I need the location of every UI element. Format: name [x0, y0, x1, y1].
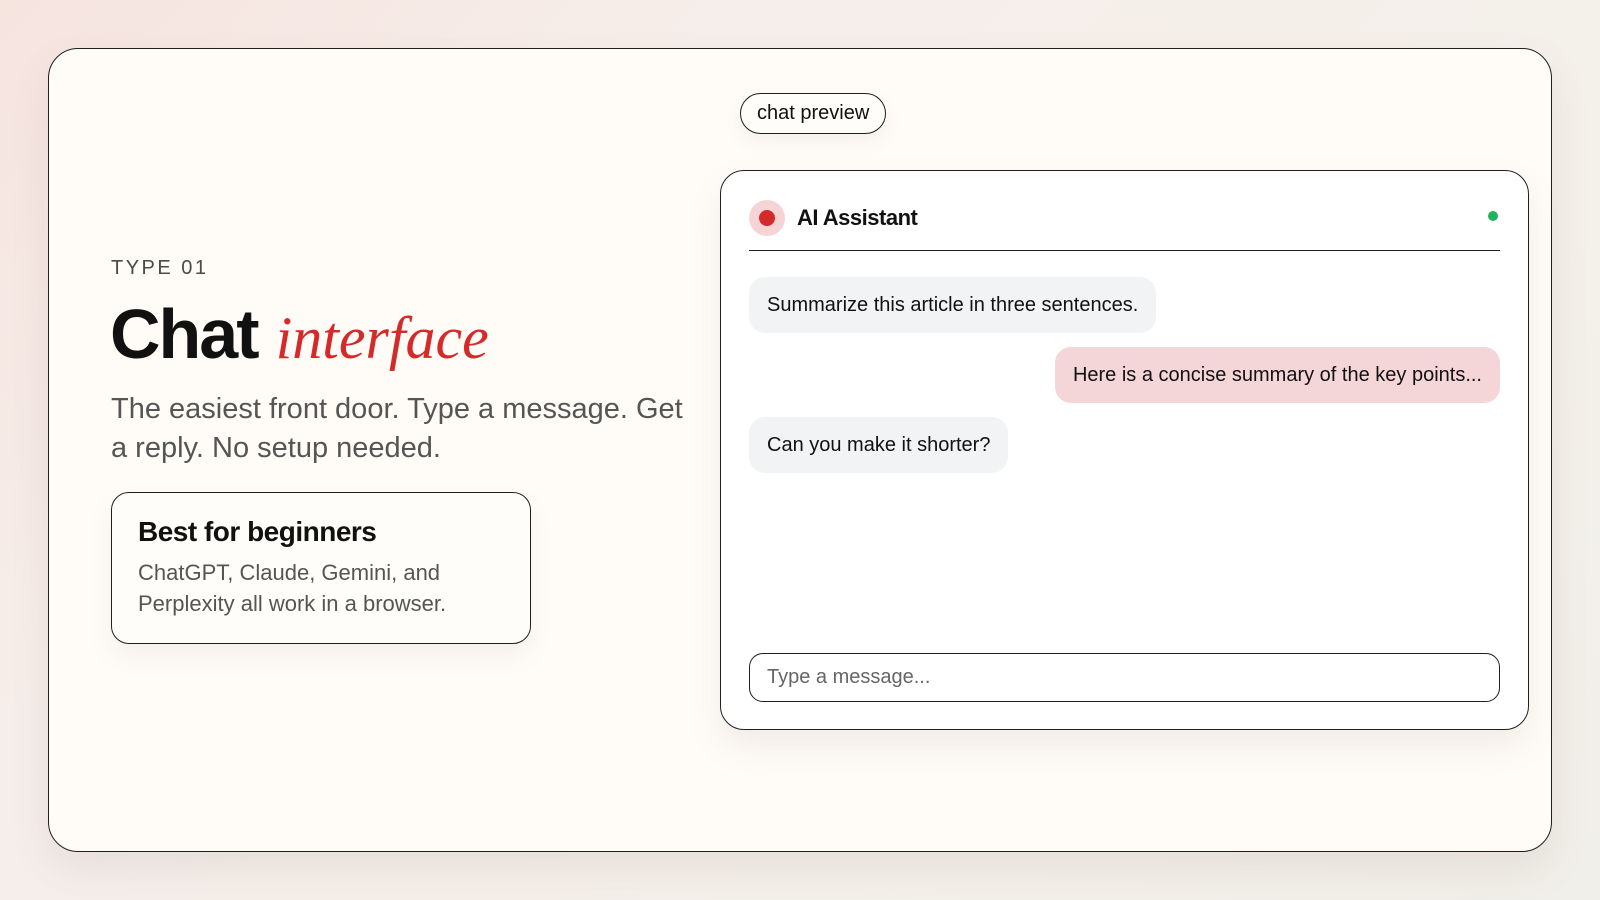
- type-eyebrow: TYPE 01: [111, 257, 209, 279]
- message-input[interactable]: [767, 654, 1482, 701]
- message-bubble-assistant: Here is a concise summary of the key poi…: [1054, 347, 1500, 403]
- message-bubble-user: Summarize this article in three sentence…: [749, 277, 1157, 333]
- chat-window: AI Assistant Summarize this article in t…: [720, 170, 1529, 730]
- hero-subtext: The easiest front door. Type a message. …: [111, 393, 683, 464]
- assistant-name: AI Assistant: [797, 204, 918, 230]
- chat-header: AI Assistant: [749, 191, 1500, 251]
- message-input-box[interactable]: [749, 653, 1500, 702]
- callout-title: Best for beginners: [138, 516, 377, 547]
- beginners-callout: Best for beginners ChatGPT, Claude, Gemi…: [111, 492, 531, 644]
- chat-preview-label: chat preview: [740, 93, 887, 134]
- online-status-icon: [1488, 211, 1498, 221]
- title-script: interface: [275, 305, 489, 371]
- callout-body: ChatGPT, Claude, Gemini, and Perplexity …: [138, 560, 447, 616]
- assistant-avatar: [749, 199, 785, 236]
- message-bubble-user: Can you make it shorter?: [749, 417, 1009, 473]
- page-title: Chat interface: [110, 294, 489, 374]
- title-bold: Chat: [110, 295, 260, 373]
- record-dot-icon: [759, 209, 775, 226]
